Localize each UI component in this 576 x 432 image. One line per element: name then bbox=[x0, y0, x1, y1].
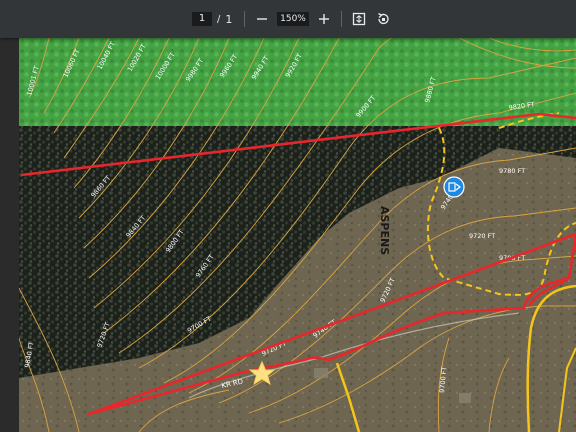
pdf-toolbar: / 1 150% bbox=[0, 0, 576, 38]
contour-label: 9720 FT bbox=[469, 232, 495, 240]
fit-page-icon bbox=[352, 12, 366, 26]
toolbar-divider bbox=[341, 11, 342, 27]
topographic-map: 10001 FT 10060 FT 10040 FT 10020 FT 1000… bbox=[19, 38, 576, 432]
document-viewport[interactable]: 10001 FT 10060 FT 10040 FT 10020 FT 1000… bbox=[0, 38, 576, 432]
contour-label: 9780 FT bbox=[499, 167, 525, 175]
total-pages: 1 bbox=[225, 12, 233, 26]
zoom-out-button[interactable] bbox=[253, 10, 271, 28]
building bbox=[459, 393, 471, 403]
minus-icon bbox=[257, 18, 267, 20]
page-navigator: / 1 bbox=[192, 0, 232, 38]
map-page: 10001 FT 10060 FT 10040 FT 10020 FT 1000… bbox=[19, 38, 576, 432]
toolbar-divider bbox=[244, 11, 245, 27]
fit-to-page-button[interactable] bbox=[350, 10, 368, 28]
building bbox=[314, 368, 328, 378]
rotate-button[interactable] bbox=[374, 10, 392, 28]
map-marker-icon[interactable] bbox=[443, 176, 465, 198]
page-separator: / bbox=[217, 13, 221, 25]
zoom-level-input[interactable]: 150% bbox=[277, 12, 309, 26]
plus-icon bbox=[319, 14, 329, 24]
rotate-icon bbox=[378, 12, 389, 25]
aspens-place-label: ASPENS bbox=[378, 206, 391, 255]
page-number-input[interactable] bbox=[192, 12, 212, 26]
zoom-in-button[interactable] bbox=[315, 10, 333, 28]
zoom-controls: 150% bbox=[236, 0, 392, 38]
